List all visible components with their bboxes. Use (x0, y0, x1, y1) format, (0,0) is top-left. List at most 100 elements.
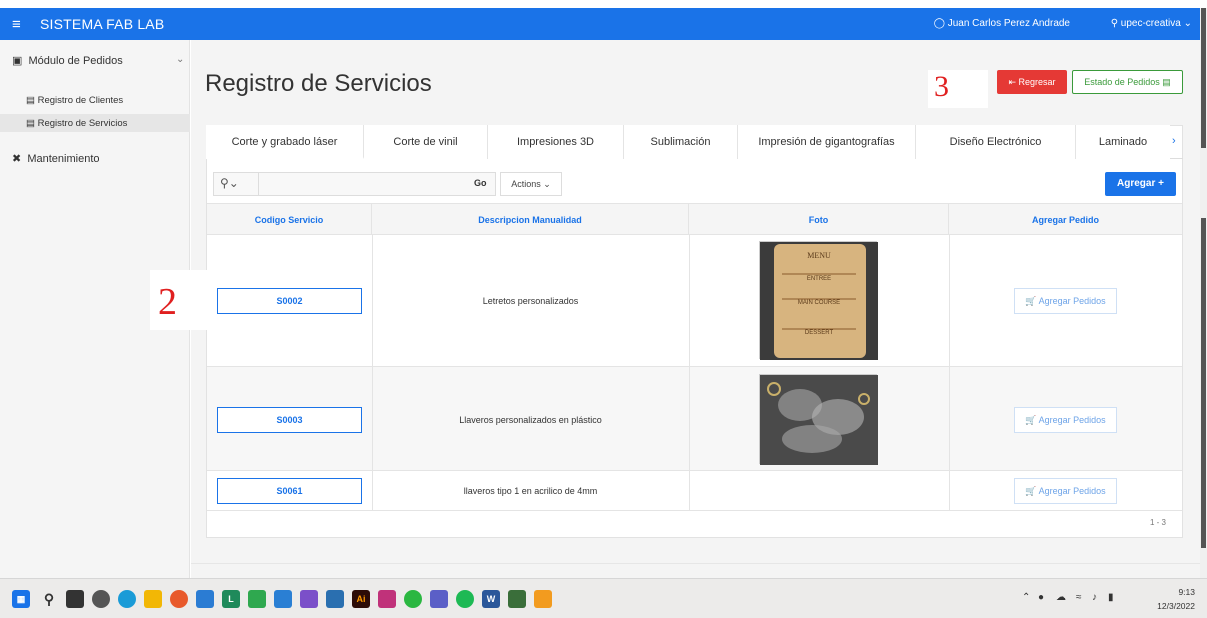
annotation-2: 2 (150, 270, 208, 330)
tab-sublimacion[interactable]: Sublimación (624, 125, 738, 159)
cart-icon: 🛒 (1025, 296, 1039, 306)
clipboard-icon: ▤ (1159, 77, 1171, 87)
page-footer (191, 563, 1200, 578)
back-icon: ⇤ (1008, 77, 1019, 87)
word-icon[interactable]: W (482, 590, 500, 608)
service-description: llaveros tipo 1 en acrilico de 4mm (463, 486, 598, 496)
tray-app-icon[interactable]: ● (1038, 592, 1044, 603)
service-code-link[interactable]: S0002 (217, 288, 362, 314)
table-row: S0002 Letretos personalizados MENU ENTRE… (207, 235, 1182, 367)
pagination-info: 1 - 3 (1150, 518, 1167, 527)
col-header-foto[interactable]: Foto (689, 204, 949, 236)
scrollbar-thumb[interactable] (1201, 8, 1206, 148)
divider (689, 471, 690, 511)
table-header: Codigo Servicio Descripcion Manualidad F… (207, 203, 1182, 236)
clock-time: 9:13 (1178, 587, 1195, 597)
workspace-menu[interactable]: ⚲ upec-creativa ⌄ (1111, 18, 1192, 29)
tab-impresion-gigantografias[interactable]: Impresión de gigantografías (738, 125, 916, 159)
tray-chevron-up-icon[interactable]: ⌃ (1022, 592, 1030, 603)
widgets-icon[interactable] (92, 590, 110, 608)
col-header-descripcion[interactable]: Descripcion Manualidad (372, 204, 689, 236)
tab-corte-vinil[interactable]: Corte de vinil (364, 125, 488, 159)
photo-text-dessert: DESSERT (805, 330, 834, 336)
scrollbar-thumb-lower[interactable] (1201, 218, 1206, 548)
volume-icon[interactable]: ♪ (1092, 592, 1097, 603)
sidebar-item-registro-servicios[interactable]: ▤ Registro de Servicios (26, 118, 127, 129)
keychains-image (760, 375, 878, 465)
category-tabs: Corte y grabado láser Corte de vinil Imp… (206, 125, 1183, 159)
hamburger-menu-icon[interactable]: ≡ (12, 16, 21, 33)
whatsapp-icon[interactable] (404, 590, 422, 608)
chevron-down-icon: ⌄ (540, 179, 551, 189)
sidebar-item-registro-clientes[interactable]: ▤ Registro de Clientes (26, 95, 123, 106)
search-bar[interactable]: ⚲⌄ Go (213, 172, 496, 196)
actions-menu-button[interactable]: Actions ⌄ (500, 172, 562, 196)
service-code-link[interactable]: S0003 (217, 407, 362, 433)
search-icon[interactable]: ⚲⌄ (220, 176, 239, 190)
app-icon[interactable] (534, 590, 552, 608)
app-icon[interactable] (196, 590, 214, 608)
estado-pedidos-button[interactable]: Estado de Pedidos ▤ (1072, 70, 1183, 94)
tools-icon: ✖ (12, 153, 28, 165)
top-navigation-bar: ≡ SISTEMA FAB LAB ◯ Juan Carlos Perez An… (0, 8, 1200, 40)
spotify-icon[interactable] (456, 590, 474, 608)
briefcase-icon: ▤ (26, 118, 38, 129)
file-explorer-icon[interactable] (144, 590, 162, 608)
sidebar-item-label: Módulo de Pedidos (28, 55, 123, 67)
service-photo-letrero: MENU ENTREE MAIN COURSE DESSERT (759, 241, 878, 360)
battery-icon[interactable]: ▮ (1108, 592, 1114, 603)
divider (689, 235, 690, 367)
agregar-button[interactable]: Agregar + (1105, 172, 1176, 196)
tab-laminado[interactable]: Laminado (1076, 125, 1170, 159)
visual-studio-icon[interactable] (300, 590, 318, 608)
wooden-sign-image: MENU ENTREE MAIN COURSE DESSERT (760, 242, 878, 360)
service-description: Letretos personalizados (482, 296, 579, 306)
service-photo-llaveros (759, 374, 878, 465)
app-title[interactable]: SISTEMA FAB LAB (40, 16, 164, 32)
tab-diseno-electronico[interactable]: Diseño Electrónico (916, 125, 1076, 159)
app-l-icon[interactable]: L (222, 590, 240, 608)
go-button[interactable]: Go (474, 178, 487, 188)
col-header-agregar[interactable]: Agregar Pedido (949, 204, 1182, 236)
firefox-icon[interactable] (170, 590, 188, 608)
app-icon[interactable] (326, 590, 344, 608)
user-name: Juan Carlos Perez Andrade (947, 18, 1070, 29)
sidebar-item-mantenimiento[interactable]: ✖ Mantenimiento (12, 152, 100, 165)
app-icon[interactable] (508, 590, 526, 608)
page-title: Registro de Servicios (205, 70, 432, 97)
tab-scroll-right-icon[interactable]: › (1172, 135, 1176, 147)
col-header-codigo[interactable]: Codigo Servicio (207, 204, 372, 236)
chevron-down-icon: ⌄ (1180, 18, 1192, 29)
vscode-icon[interactable] (274, 590, 292, 608)
photo-text-entree: ENTREE (807, 276, 831, 282)
windows-taskbar: ▦ ⚲ L Ai W ⌃ ● ☁ ≈ ♪ ▮ 9:13 12/3/2022 (0, 578, 1207, 618)
agregar-pedidos-button[interactable]: 🛒 Agregar Pedidos (1014, 407, 1117, 433)
agregar-pedidos-button[interactable]: 🛒 Agregar Pedidos (1014, 478, 1117, 504)
person-icon: ⚲ (1110, 18, 1121, 29)
teams-icon[interactable] (430, 590, 448, 608)
divider (949, 471, 950, 511)
illustrator-icon[interactable]: Ai (352, 590, 370, 608)
service-code-link[interactable]: S0061 (217, 478, 362, 504)
search-icon[interactable]: ⚲ (40, 590, 58, 608)
table-row: S0061 llaveros tipo 1 en acrilico de 4mm… (207, 471, 1182, 511)
tab-corte-grabado-laser[interactable]: Corte y grabado láser (206, 125, 364, 159)
task-view-icon[interactable] (66, 590, 84, 608)
photo-text-main: MAIN COURSE (798, 300, 840, 306)
divider (949, 367, 950, 471)
clock-date: 12/3/2022 (1157, 601, 1195, 611)
windows-start-icon[interactable]: ▦ (12, 590, 30, 608)
agregar-pedidos-button[interactable]: 🛒 Agregar Pedidos (1014, 288, 1117, 314)
user-menu[interactable]: ◯ Juan Carlos Perez Andrade (934, 18, 1070, 29)
wifi-icon[interactable]: ≈ (1076, 592, 1082, 603)
system-clock[interactable]: 9:13 12/3/2022 (1157, 585, 1195, 613)
sidebar-item-modulo-pedidos[interactable]: ▣ Módulo de Pedidos ⌄ (12, 54, 184, 67)
app-icon[interactable] (378, 590, 396, 608)
tray-cloud-icon[interactable]: ☁ (1056, 592, 1066, 603)
app-icon[interactable] (248, 590, 266, 608)
edge-icon[interactable] (118, 590, 136, 608)
regresar-button[interactable]: ⇤ Regresar (997, 70, 1067, 94)
tab-impresiones-3d[interactable]: Impresiones 3D (488, 125, 624, 159)
chevron-down-icon: ⌄ (176, 54, 185, 65)
window-scrollbar[interactable] (1200, 8, 1207, 578)
